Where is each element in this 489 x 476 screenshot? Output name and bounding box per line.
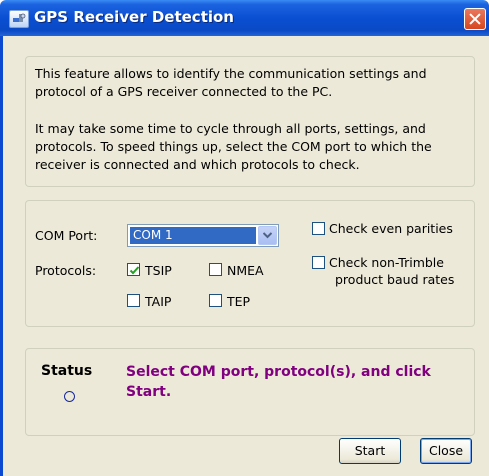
start-button[interactable]: Start [339, 438, 401, 464]
tep-checkbox[interactable] [209, 294, 222, 307]
status-message: Select COM port, protocol(s), and click … [126, 364, 431, 400]
even-parities-checkbox[interactable] [312, 222, 325, 235]
description-paragraph-2: It may take some time to cycle through a… [35, 121, 432, 172]
chevron-down-icon[interactable] [258, 226, 277, 245]
gps-receiver-detection-dialog: GPS Receiver Detection This feature allo… [0, 0, 489, 476]
non-trimble-label-line2: product baud rates [335, 272, 455, 287]
com-port-label: COM Port: [35, 228, 98, 243]
taip-checkbox[interactable] [127, 294, 140, 307]
status-label: Status [41, 363, 93, 379]
tep-label: TEP [227, 294, 251, 309]
window-title: GPS Receiver Detection [34, 8, 234, 26]
close-icon[interactable] [464, 8, 486, 30]
description-panel: This feature allows to identify the comm… [25, 56, 475, 187]
nmea-label: NMEA [227, 263, 264, 278]
protocols-label: Protocols: [35, 263, 97, 278]
tsip-checkbox[interactable] [127, 263, 140, 276]
settings-panel: COM Port: COM 1 Protocols: TSIP NMEA TAI… [25, 200, 475, 327]
com-port-dropdown[interactable]: COM 1 [127, 224, 279, 247]
tsip-label: TSIP [145, 263, 172, 278]
com-port-selected-value: COM 1 [130, 227, 256, 244]
title-bar[interactable]: GPS Receiver Detection [0, 0, 489, 36]
nmea-checkbox[interactable] [209, 263, 222, 276]
status-panel: Status Select COM port, protocol(s), and… [25, 348, 475, 436]
non-trimble-checkbox[interactable] [312, 256, 325, 269]
dialog-body: This feature allows to identify the comm… [0, 36, 489, 476]
close-button[interactable]: Close [420, 438, 472, 464]
taip-label: TAIP [145, 294, 172, 309]
description-paragraph-1: This feature allows to identify the comm… [35, 66, 427, 99]
satellite-icon [9, 10, 29, 28]
even-parities-label: Check even parities [329, 221, 453, 236]
status-indicator-icon [64, 391, 75, 402]
non-trimble-label-line1: Check non-Trimble [329, 255, 444, 270]
